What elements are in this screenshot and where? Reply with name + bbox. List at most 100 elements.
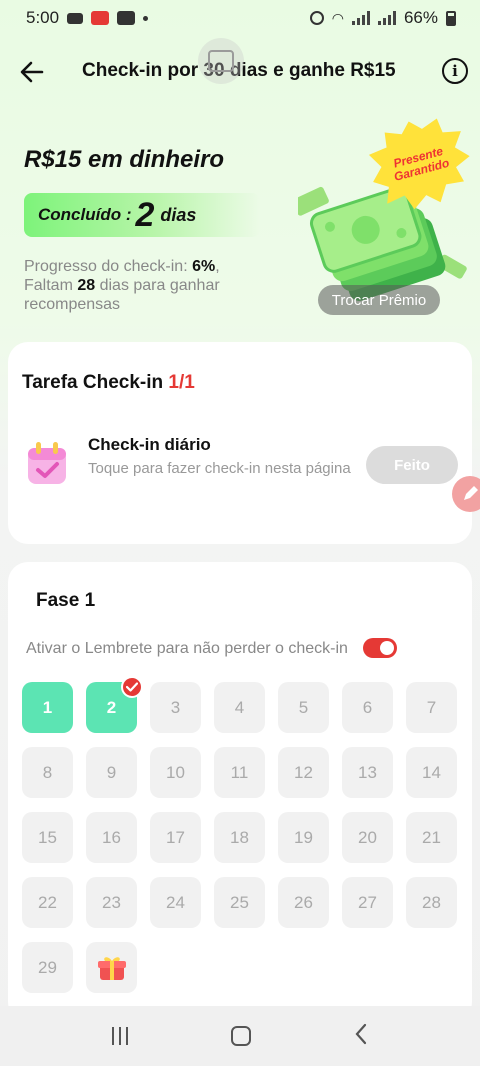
wifi-icon: ◠ [331,9,344,26]
day-cell[interactable]: 12 [278,747,329,798]
day-cell[interactable]: 26 [278,877,329,928]
day-number: 11 [230,762,249,782]
day-number: 7 [426,697,437,717]
signal-icon [351,11,370,25]
status-bar: 5:00 ◠ 66% [0,0,480,36]
app-notification-icon [91,11,110,25]
day-cell[interactable]: 11 [214,747,265,798]
info-button[interactable]: i [442,58,468,84]
day-number: 9 [106,762,117,782]
day-cell[interactable]: 29 [22,942,73,993]
day-number: 13 [358,762,377,782]
reminder-text: Ativar o Lembrete para não perder o chec… [26,640,348,657]
day-number: 18 [230,827,249,847]
done-button[interactable]: Feito [366,446,458,484]
day-cell[interactable]: 15 [22,812,73,863]
day-number: 17 [166,827,185,847]
status-time: 5:00 [26,8,60,27]
progress-value: 6% [192,258,216,275]
checkmark-icon [121,676,143,698]
day-cell[interactable]: 27 [342,877,393,928]
day-cell[interactable]: 6 [342,682,393,733]
day-cell[interactable]: 3 [150,682,201,733]
battery-icon [446,10,456,26]
day-cell[interactable]: 16 [86,812,137,863]
progress-prefix: Progresso do check-in: [24,258,193,275]
day-number: 16 [102,827,121,847]
day-cell[interactable]: 13 [342,747,393,798]
floating-screenshot-icon[interactable] [198,38,244,84]
task-card-title: Tarefa Check-in 1/1 [22,372,195,394]
day-cell[interactable]: 18 [214,812,265,863]
day-cell[interactable]: 24 [150,877,201,928]
remaining-prefix: Faltam [24,277,78,294]
day-cell[interactable]: 25 [214,877,265,928]
task-title-text: Tarefa Check-in [22,372,169,393]
reward-amount: R$15 em dinheiro [24,146,225,173]
day-cell[interactable]: 8 [22,747,73,798]
reminder-toggle[interactable] [363,638,397,658]
edit-floating-button[interactable] [452,476,480,512]
day-cell[interactable]: 17 [150,812,201,863]
day-number: 4 [234,697,245,717]
day-number: 21 [422,827,441,847]
day-number: 20 [358,827,377,847]
back-nav-button[interactable] [354,1023,368,1050]
exchange-reward-button[interactable]: Trocar Prêmio [318,285,440,315]
day-number: 19 [294,827,313,847]
day-cell[interactable]: 21 [406,812,457,863]
completed-days-banner: Concluído : 2 dias [24,193,260,237]
signal-icon [377,11,396,25]
day-cell[interactable]: 1 [22,682,73,733]
day-cell[interactable]: 2 [86,676,143,733]
day-cell[interactable]: 14 [406,747,457,798]
arrow-left-icon [20,61,44,83]
day-number: 23 [102,892,121,912]
day-number: 5 [298,697,309,717]
day-number: 22 [38,892,57,912]
task-description: Toque para fazer check-in nesta página [88,460,351,477]
day-number: 24 [166,892,185,912]
day-cell[interactable]: 28 [406,877,457,928]
day-number: 3 [170,697,181,717]
progress-description: Progresso do check-in: 6%, Faltam 28 dia… [24,257,274,314]
day-cell[interactable]: 20 [342,812,393,863]
day-cell[interactable]: 9 [86,747,137,798]
day-cell[interactable]: 19 [278,812,329,863]
day-number: 1 [42,697,53,717]
day-number: 14 [422,762,441,782]
home-button[interactable] [230,1026,251,1046]
progress-suffix: , [215,258,220,275]
phase-title: Fase 1 [36,590,96,611]
gift-icon [97,956,126,980]
day-number: 2 [106,697,117,717]
day-number: 8 [42,762,53,782]
phase-card: Fase 1 Ativar o Lembrete para não perder… [8,562,472,1022]
day-number: 26 [294,892,313,912]
day-number: 27 [358,892,377,912]
app-notification-icon [117,11,136,25]
day-cell[interactable]: 5 [278,682,329,733]
day-grid: 1 2 3 4 5 6 7 8 9 10 11 12 13 14 15 16 17 18 19 20 21 22 23 24 2… [22,676,458,993]
checkin-task-card: Tarefa Check-in 1/1 Check-in diário Toqu… [8,342,472,544]
day-cell[interactable]: 7 [406,682,457,733]
day-cell[interactable]: 22 [22,877,73,928]
system-navigation-bar [0,1006,480,1066]
calendar-check-icon [28,442,66,484]
day-number: 25 [230,892,249,912]
recent-apps-button[interactable] [111,1027,128,1045]
day-cell[interactable]: 10 [150,747,201,798]
day-number: 28 [422,892,441,912]
day-cell[interactable]: 4 [214,682,265,733]
chevron-left-icon [355,1023,367,1044]
completed-count: 2 [135,195,155,234]
back-button[interactable] [16,56,48,88]
pencil-icon [464,486,478,500]
more-notifications-icon [143,15,149,21]
day-number: 10 [166,762,185,782]
final-reward-cell[interactable] [86,942,137,993]
remaining-value: 28 [77,277,96,294]
day-number: 6 [362,697,373,717]
completed-label: Concluído : [38,205,132,224]
day-cell[interactable]: 23 [86,877,137,928]
